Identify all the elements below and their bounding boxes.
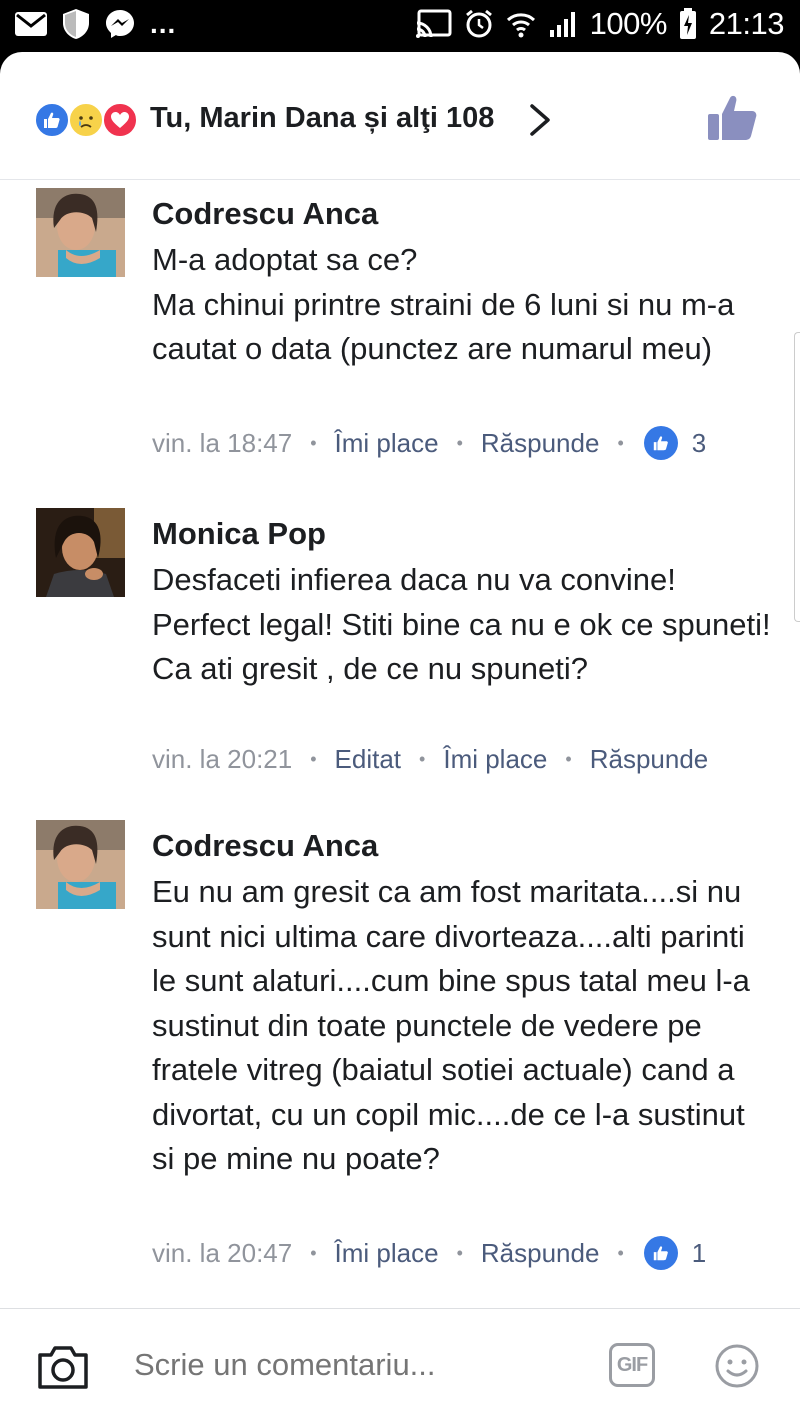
like-count[interactable]: 3 [692,428,706,459]
reply-button[interactable]: Răspunde [481,428,600,459]
notification-icons: ... [14,8,176,40]
like-comment-button[interactable]: Îmi place [335,1238,439,1269]
like-count[interactable]: 1 [692,1238,706,1269]
battery-percent: 100% [589,6,668,41]
messenger-icon [106,10,134,38]
sad-reaction-icon [68,102,104,138]
reaction-icons [34,102,146,138]
comment-input[interactable] [134,1347,584,1383]
separator: • [310,749,317,769]
separator: • [310,432,317,453]
comment: Monica Pop Desfaceti infierea daca nu va… [0,508,800,788]
more-notifications: ... [150,8,177,39]
separator: • [456,1242,463,1263]
comment: Codrescu Anca M-a adoptat sa ce? Ma chin… [0,188,800,478]
reactions-bar[interactable]: Tu, Marin Dana și alţi 108 [0,52,800,180]
comments-sheet: Tu, Marin Dana și alţi 108 Codrescu Anca… [0,52,800,1423]
separator: • [565,749,572,769]
comment-author[interactable]: Codrescu Anca [152,196,378,232]
alarm-icon [465,9,492,38]
system-icons: 100% 21:13 [415,6,785,42]
reply-button[interactable]: Răspunde [481,1238,600,1269]
shield-icon [63,9,89,39]
comment-time[interactable]: vin. la 18:47 [152,428,292,459]
cast-icon [415,9,452,38]
comment-time[interactable]: vin. la 20:21 [152,744,292,775]
chevron-right-icon[interactable] [526,102,554,138]
edited-label[interactable]: Editat [335,744,402,775]
separator: • [419,749,426,769]
avatar[interactable] [36,188,125,277]
gif-button[interactable]: GIF [609,1343,655,1387]
camera-icon[interactable] [36,1343,90,1391]
comment-text: M-a adoptat sa ce? Ma chinui printre str… [152,242,735,366]
scrollbar[interactable] [794,332,800,622]
like-count-icon[interactable] [643,426,678,460]
separator: • [617,1242,624,1263]
like-comment-button[interactable]: Îmi place [443,744,547,775]
status-bar: ... 100% 21:13 [0,0,800,52]
reactions-summary[interactable]: Tu, Marin Dana și alţi 108 [150,102,494,135]
comment-text: Eu nu am gresit ca am fost maritata....s… [152,874,750,1176]
like-count-icon[interactable] [643,1236,678,1270]
comment-author[interactable]: Codrescu Anca [152,828,378,864]
emoji-icon[interactable] [714,1343,760,1389]
comment-time[interactable]: vin. la 20:47 [152,1238,292,1269]
wifi-icon [506,13,535,38]
mail-icon [15,12,47,36]
comment: Codrescu Anca Eu nu am gresit ca am fost… [0,820,800,1290]
avatar[interactable] [36,508,125,597]
comment-author[interactable]: Monica Pop [152,516,326,552]
signal-icon [549,12,575,37]
separator: • [310,1242,317,1263]
like-reaction-icon [34,102,70,138]
comment-meta: vin. la 20:21 • Editat • Îmi place • Răs… [152,744,708,775]
reply-button[interactable]: Răspunde [590,744,709,775]
separator: • [617,432,624,453]
comment-composer: GIF [0,1308,800,1423]
thumbs-up-icon[interactable] [706,94,758,142]
separator: • [456,432,463,453]
love-reaction-icon [102,102,138,138]
avatar[interactable] [36,820,125,909]
comment-meta: vin. la 18:47 • Îmi place • Răspunde • 3 [152,426,706,460]
like-comment-button[interactable]: Îmi place [335,428,439,459]
comment-text: Desfaceti infierea daca nu va convine! P… [152,562,771,686]
battery-charging-icon [679,8,696,39]
clock: 21:13 [708,6,785,41]
comment-meta: vin. la 20:47 • Îmi place • Răspunde • 1 [152,1236,706,1270]
